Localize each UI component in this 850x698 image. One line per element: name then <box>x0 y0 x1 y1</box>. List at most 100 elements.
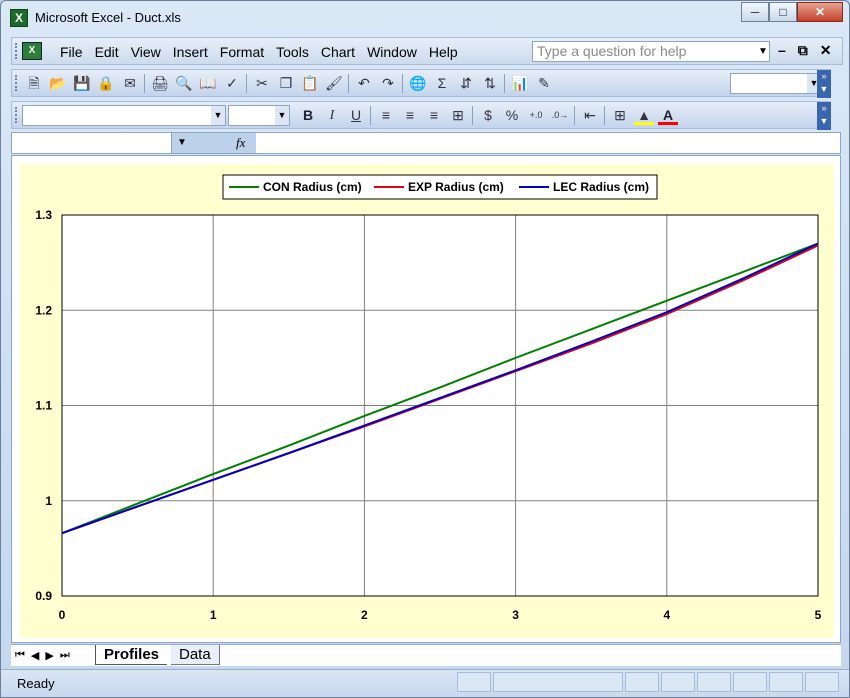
workbook-icon[interactable]: X <box>22 42 42 60</box>
toolbar-separator <box>144 74 146 93</box>
sort-ascending-icon[interactable]: ⇵ <box>456 74 476 93</box>
font-name-combo[interactable]: ▼ <box>22 105 226 126</box>
standard-toolbar: 🗎 📂 💾 🔒 ✉ 🖨 🔍 📖 ✓ ✂ ❐ 📋 🖌 ↶ ↷ 🌐 Σ ⇵ ⇅ 📊 <box>11 69 831 98</box>
legend-label: EXP Radius (cm) <box>408 180 504 194</box>
chevron-down-icon[interactable]: ▼ <box>275 106 289 125</box>
tab-navigation: ⏮ ◀ ▶ ⏭ <box>15 649 70 662</box>
align-left-icon[interactable]: ≡ <box>376 106 396 125</box>
chart-wizard-icon[interactable]: 📊 <box>510 74 530 93</box>
menu-items: File Edit View Insert Format Tools Chart… <box>54 44 464 60</box>
legend-label: CON Radius (cm) <box>263 180 362 194</box>
center-icon[interactable]: ≡ <box>400 106 420 125</box>
next-sheet-icon[interactable]: ▶ <box>45 649 53 662</box>
menu-format[interactable]: Format <box>214 44 270 60</box>
new-icon[interactable]: 🗎 <box>24 74 44 93</box>
decrease-indent-icon[interactable]: ⇤ <box>580 106 600 125</box>
tab-data[interactable]: Data <box>171 645 220 665</box>
menu-tools[interactable]: Tools <box>270 44 315 60</box>
close-button[interactable]: ✕ <box>797 2 843 22</box>
menu-edit[interactable]: Edit <box>89 44 125 60</box>
maximize-button[interactable]: □ <box>769 2 797 22</box>
underline-icon[interactable]: U <box>346 106 366 125</box>
toolbar-options-icon[interactable]: » ▼ <box>817 102 831 130</box>
y-tick-label: 1.3 <box>35 208 52 222</box>
formatting-toolbar-icons: B I U ≡ ≡ ≡ ⊞ $ % +.0 .0→ ⇤ ⊞ ▲ A <box>298 106 678 125</box>
research-icon[interactable]: 📖 <box>198 74 218 93</box>
format-painter-icon[interactable]: 🖌 <box>324 74 344 93</box>
status-cell <box>733 672 767 692</box>
x-tick-label: 3 <box>512 608 519 622</box>
menu-grip[interactable] <box>15 43 18 59</box>
title-bar: X Microsoft Excel - Duct.xls ─ □ ✕ <box>1 1 849 35</box>
percent-icon[interactable]: % <box>502 106 522 125</box>
hyperlink-icon[interactable]: 🌐 <box>408 74 428 93</box>
prev-sheet-icon[interactable]: ◀ <box>31 649 39 662</box>
status-bar: Ready <box>1 669 849 697</box>
cut-icon[interactable]: ✂ <box>252 74 272 93</box>
print-icon[interactable]: 🖨 <box>150 74 170 93</box>
window-controls: ─ □ ✕ <box>741 2 843 22</box>
line-chart[interactable]: 0 1 2 3 4 5 0.9 1 1.1 1.2 1.3 CON Radius (cm) EXP Ra… <box>20 164 834 638</box>
align-right-icon[interactable]: ≡ <box>424 106 444 125</box>
y-tick-label: 1 <box>45 494 52 508</box>
font-color-icon[interactable]: A <box>658 106 678 125</box>
chevron-down-icon[interactable]: ▼ <box>211 106 225 125</box>
menu-chart[interactable]: Chart <box>315 44 361 60</box>
menu-insert[interactable]: Insert <box>167 44 214 60</box>
merge-center-icon[interactable]: ⊞ <box>448 106 468 125</box>
save-icon[interactable]: 💾 <box>72 74 92 93</box>
autosum-icon[interactable]: Σ <box>432 74 452 93</box>
excel-icon[interactable]: X <box>10 9 28 27</box>
chevron-down-icon[interactable]: ▼ <box>172 133 192 153</box>
redo-icon[interactable]: ↷ <box>378 74 398 93</box>
currency-icon[interactable]: $ <box>478 106 498 125</box>
menu-file[interactable]: File <box>54 44 89 60</box>
permission-icon[interactable]: 🔒 <box>96 74 116 93</box>
email-icon[interactable]: ✉ <box>120 74 140 93</box>
spelling-icon[interactable]: ✓ <box>222 74 242 93</box>
italic-icon[interactable]: I <box>322 106 342 125</box>
fill-color-icon[interactable]: ▲ <box>634 106 654 125</box>
bold-icon[interactable]: B <box>298 106 318 125</box>
status-cell <box>805 672 839 692</box>
status-cell <box>661 672 695 692</box>
open-icon[interactable]: 📂 <box>48 74 68 93</box>
toolbar-grip[interactable] <box>15 107 18 123</box>
first-sheet-icon[interactable]: ⏮ <box>15 649 25 662</box>
excel-window: X Microsoft Excel - Duct.xls ─ □ ✕ X Fil… <box>0 0 850 698</box>
decrease-decimal-icon[interactable]: .0→ <box>550 106 570 125</box>
name-box[interactable] <box>12 133 172 153</box>
menu-help[interactable]: Help <box>423 44 464 60</box>
print-preview-icon[interactable]: 🔍 <box>174 74 194 93</box>
tab-profiles[interactable]: Profiles <box>95 645 168 665</box>
zoom-combo[interactable]: ▼ <box>730 73 822 94</box>
help-search-input[interactable]: Type a question for help <box>532 41 770 62</box>
workbook-restore-button[interactable]: ⧉ <box>798 42 808 59</box>
drawing-icon[interactable]: ✎ <box>534 74 554 93</box>
status-cell <box>697 672 731 692</box>
help-dropdown-icon[interactable]: ▼ <box>756 41 770 62</box>
insert-function-icon[interactable]: fx <box>192 133 256 153</box>
x-tick-label: 4 <box>663 608 670 622</box>
increase-decimal-icon[interactable]: +.0 <box>526 106 546 125</box>
toolbar-grip[interactable] <box>15 75 18 91</box>
sort-descending-icon[interactable]: ⇅ <box>480 74 500 93</box>
standard-toolbar-icons: 🗎 📂 💾 🔒 ✉ 🖨 🔍 📖 ✓ ✂ ❐ 📋 🖌 ↶ ↷ 🌐 Σ ⇵ ⇅ 📊 <box>24 74 554 93</box>
minimize-button[interactable]: ─ <box>741 2 769 22</box>
toolbar-separator <box>472 106 474 125</box>
menu-window[interactable]: Window <box>361 44 423 60</box>
formatting-toolbar: ▼ ▼ B I U ≡ ≡ ≡ ⊞ $ % +.0 .0→ ⇤ ⊞ ▲ A » ▼ <box>11 101 831 130</box>
borders-icon[interactable]: ⊞ <box>610 106 630 125</box>
chart-area[interactable]: 0 1 2 3 4 5 0.9 1 1.1 1.2 1.3 CON Radius (cm) EXP Ra… <box>20 164 834 638</box>
formula-bar: ▼ fx <box>11 132 841 154</box>
copy-icon[interactable]: ❐ <box>276 74 296 93</box>
menu-view[interactable]: View <box>125 44 167 60</box>
workbook-close-button[interactable]: ✕ <box>820 42 832 59</box>
toolbar-options-icon[interactable]: » ▼ <box>817 70 831 98</box>
paste-icon[interactable]: 📋 <box>300 74 320 93</box>
last-sheet-icon[interactable]: ⏭ <box>60 649 70 662</box>
status-cell <box>769 672 803 692</box>
workbook-minimize-button[interactable]: – <box>778 42 786 59</box>
font-size-combo[interactable]: ▼ <box>228 105 290 126</box>
undo-icon[interactable]: ↶ <box>354 74 374 93</box>
